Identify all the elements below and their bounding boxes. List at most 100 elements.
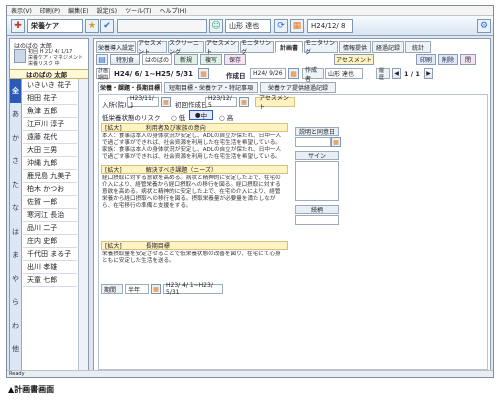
list-item[interactable]: 千代田 まる子 (23, 248, 77, 261)
assessment-chip[interactable]: アセスメント (255, 95, 295, 111)
close-button[interactable]: 閉 (460, 54, 476, 65)
risk-low-radio[interactable]: ○ 低 (171, 112, 185, 122)
risk-high-radio[interactable]: ○ 高 (219, 112, 233, 122)
kana-tab-ta[interactable]: た (10, 173, 21, 197)
calendar-icon[interactable]: ▦ (331, 137, 341, 147)
list-item[interactable]: 大田 三男 (23, 144, 77, 157)
expand-link[interactable]: [拡大] (105, 165, 122, 174)
star-icon[interactable]: ★ (85, 19, 99, 33)
caption: ▲計画書画面 (8, 385, 55, 394)
list-item[interactable]: 相田 花子 (23, 92, 77, 105)
calendar-icon[interactable]: ▦ (239, 97, 249, 107)
kana-tab-all[interactable]: 全 (10, 79, 21, 103)
patient-list-scrollbar[interactable] (78, 79, 88, 374)
plan-period: H24/ 6/ 1~H25/ 5/31 (114, 70, 193, 78)
period-unit-select[interactable]: 半年 (125, 284, 149, 294)
settings-icon[interactable]: ⚙ (477, 19, 491, 33)
risk-mid-radio[interactable]: ● 中 (189, 110, 213, 120)
toolbar: ✚ 栄養ケア ★ ✔ ☺ 山形 達也 ⟳ ▦ H24/12/ 8 ⚙ (7, 16, 493, 36)
calendar-icon[interactable]: ▦ (288, 68, 299, 79)
list-item[interactable]: 品川 二子 (23, 222, 77, 235)
calendar-icon[interactable]: ▦ (151, 284, 161, 294)
author-field[interactable]: 山形 達也 (325, 68, 363, 79)
delete-button[interactable]: 削除 (438, 54, 458, 65)
created-label: 作成日 (226, 72, 246, 80)
admission-date-field[interactable]: H23/11/ 1 (127, 95, 159, 109)
calendar-icon[interactable]: ▦ (161, 97, 171, 107)
copy-button[interactable]: 複写 (200, 54, 222, 65)
intention-text[interactable]: 本人：食事は本人の身体状況が安定し、ADLの自立が保たれ、日中一人で過ごす事がで… (102, 133, 282, 163)
tab-records[interactable]: 経過記録 (372, 41, 404, 53)
check-icon[interactable]: ✔ (100, 19, 114, 33)
kana-tab-ka[interactable]: か (10, 126, 21, 150)
subtab-care-records[interactable]: 栄養ケア提供経過記録 (260, 82, 336, 93)
expand-link[interactable]: [拡大] (105, 123, 122, 132)
kana-tab-ha[interactable]: は (10, 220, 21, 244)
list-item[interactable]: 遠藤 花代 (23, 131, 77, 144)
kana-tab-other[interactable]: 他 (10, 338, 21, 362)
relation-field[interactable] (295, 215, 339, 225)
relation-label: 続柄 (295, 205, 339, 214)
assessor-select[interactable]: はのばの (142, 54, 172, 65)
consent-date-field[interactable] (295, 137, 331, 147)
print-button[interactable]: 印刷 (416, 54, 436, 65)
menu-help[interactable]: ヘルプ(H) (159, 6, 186, 15)
tab-monitoring-a[interactable]: モニタリング (240, 40, 274, 56)
tab-monitoring-b[interactable]: モニタリング (304, 40, 338, 56)
refresh-icon[interactable]: ⟳ (274, 19, 288, 33)
tab-assessment-b[interactable]: アセスメント (205, 40, 239, 56)
kana-tab-wa[interactable]: わ (10, 314, 21, 338)
app-selector[interactable]: 栄養ケア (27, 19, 83, 33)
tab-stats[interactable]: 統計 (405, 41, 431, 53)
patient-info: 初回 H 21/ 4/ 1/17 栄養ケア・マネジメント 栄養リスク 中 (28, 49, 84, 67)
list-item[interactable]: 出川 孝雄 (23, 261, 77, 274)
menu-edit[interactable]: 編集(E) (68, 6, 88, 15)
list-item[interactable]: 魚津 五郎 (23, 105, 77, 118)
tab-screening[interactable]: スクリーニング (168, 40, 204, 56)
new-button[interactable]: 新規 (174, 54, 198, 65)
tab-assessment-a[interactable]: アセスメント (137, 40, 167, 56)
tab-info[interactable]: 情報提供 (339, 41, 371, 53)
kana-tab-ra[interactable]: ら (10, 291, 21, 315)
needs-header: [拡大] 解決すべき課題（ニーズ） (101, 165, 288, 174)
special-diet-button[interactable]: 特別食 (110, 54, 140, 65)
date-field[interactable]: H24/12/ 8 (307, 19, 353, 33)
list-item[interactable]: 寒河江 長治 (23, 209, 77, 222)
list-item[interactable]: 天童 七郎 (23, 274, 77, 287)
signature-field[interactable] (295, 161, 339, 201)
list-item[interactable]: 庄内 史郎 (23, 235, 77, 248)
menu-print[interactable]: 印刷(P) (40, 6, 60, 15)
expand-link[interactable]: [拡大] (105, 241, 122, 250)
subtab-nutrition-goals[interactable]: 栄養・課題・長期目標 (98, 82, 162, 93)
save-button[interactable]: 保存 (224, 54, 246, 65)
kana-tab-ma[interactable]: ま (10, 244, 21, 268)
kana-tab-sa[interactable]: さ (10, 150, 21, 174)
first-created-field[interactable]: H23/12/ 5 (205, 95, 237, 109)
needs-text[interactable]: 経口摂取に対する意欲を高める。病状と精神的に安定した上で、在宅の介入により、経管… (102, 175, 282, 237)
tab-plan[interactable]: 計画書 (275, 41, 303, 53)
kana-tab-ya[interactable]: や (10, 267, 21, 291)
calendar-icon[interactable]: ▦ (290, 19, 304, 33)
list-item[interactable]: 沖縄 九郎 (23, 157, 77, 170)
kana-tab-a[interactable]: あ (10, 103, 21, 127)
menu-tools[interactable]: ツール(T) (125, 6, 151, 15)
next-page-button[interactable]: ▶ (424, 68, 433, 79)
toolbar-blank-field[interactable] (117, 19, 207, 33)
prev-page-button[interactable]: ◀ (392, 68, 401, 79)
list-item[interactable]: 佐賀 一郎 (23, 196, 77, 209)
tab-nutrition-setup[interactable]: 栄養導入設定 (96, 41, 136, 53)
list-item[interactable]: 鹿児島 九美子 (23, 170, 77, 183)
list-item[interactable]: 江戸川 淳子 (23, 118, 77, 131)
menu-view[interactable]: 表示(V) (11, 6, 32, 15)
calendar-icon[interactable]: ▦ (198, 68, 209, 79)
menu-bar: 表示(V) 印刷(P) 編集(E) 設定(S) ツール(T) ヘルプ(H) (7, 6, 493, 16)
list-item[interactable]: いきいき 花子 (23, 79, 77, 92)
assessment-button[interactable]: アセスメント (334, 54, 374, 65)
created-date-field[interactable]: H24/ 9/26 (250, 68, 286, 79)
list-item[interactable]: 柏木 かつお (23, 183, 77, 196)
subtab-short-term[interactable]: 短期目標・栄養ケア・特記事項 (164, 82, 258, 93)
menu-settings[interactable]: 設定(S) (97, 6, 118, 15)
period-value-field[interactable]: H23/ 4/ 1~H23/ 5/31 (163, 282, 223, 296)
kana-tab-na[interactable]: な (10, 197, 21, 221)
long-goal-text[interactable]: 栄養摂取量を安定させることで低栄養状態の改善を図り、在宅にて心身ともに安定した生… (102, 251, 282, 279)
